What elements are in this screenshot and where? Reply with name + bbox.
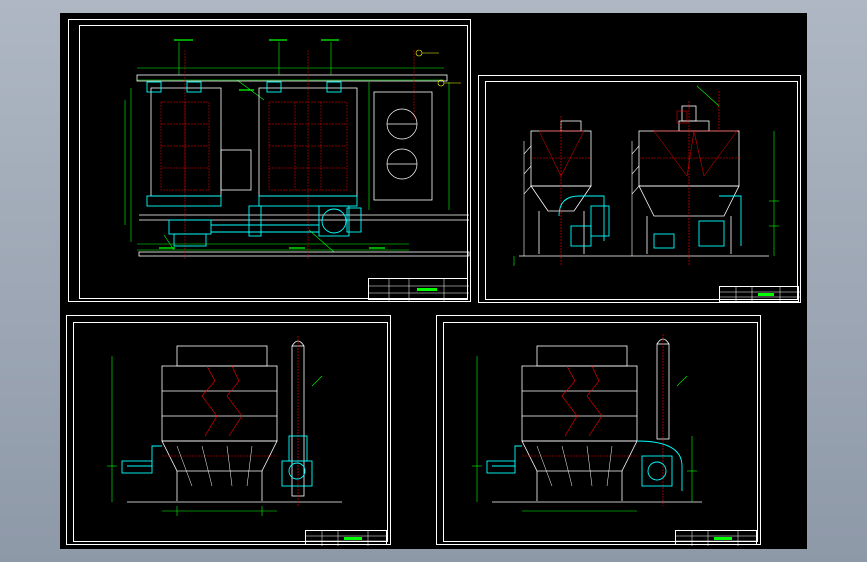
drawing-sheet-side-elevation-a[interactable] [66, 315, 391, 546]
title-block-sheet-2 [719, 286, 800, 303]
plan-dimensions [124, 42, 450, 253]
title-block-sheet-1 [368, 278, 469, 301]
plan-equipment [146, 81, 362, 247]
side-a-hopper-lines [176, 445, 253, 487]
side-a-equipment [121, 435, 313, 487]
title-block-grid [720, 287, 800, 303]
front-equipment [558, 195, 742, 249]
side-a-outlines [127, 340, 342, 503]
title-block-sheet-4 [675, 530, 758, 546]
side-b-outlines [492, 338, 702, 503]
title-block-sheet-3 [305, 530, 388, 546]
front-elevation-drawing [513, 85, 779, 266]
side-b-hopper-lines [536, 445, 613, 487]
drawing-sheet-front-elevation[interactable] [478, 75, 801, 303]
side-elevation-a-drawing [107, 336, 342, 516]
plan-centerlines [160, 50, 415, 260]
title-block-grid [676, 531, 758, 546]
plan-filter-housing [386, 108, 418, 180]
cad-model-viewport[interactable] [60, 13, 807, 549]
side-a-centerlines [162, 336, 299, 506]
title-block-grid [369, 279, 469, 301]
plan-annotations [159, 39, 385, 249]
drawing-sheet-side-elevation-b[interactable] [436, 315, 761, 546]
front-outlines [519, 105, 769, 257]
plan-view-drawing [124, 39, 470, 260]
side-b-equipment [486, 440, 683, 491]
drawing-sheet-plan[interactable] [68, 19, 471, 302]
side-elevation-b-drawing [472, 334, 702, 512]
front-centerlines [531, 91, 739, 266]
title-block-grid [306, 531, 388, 546]
